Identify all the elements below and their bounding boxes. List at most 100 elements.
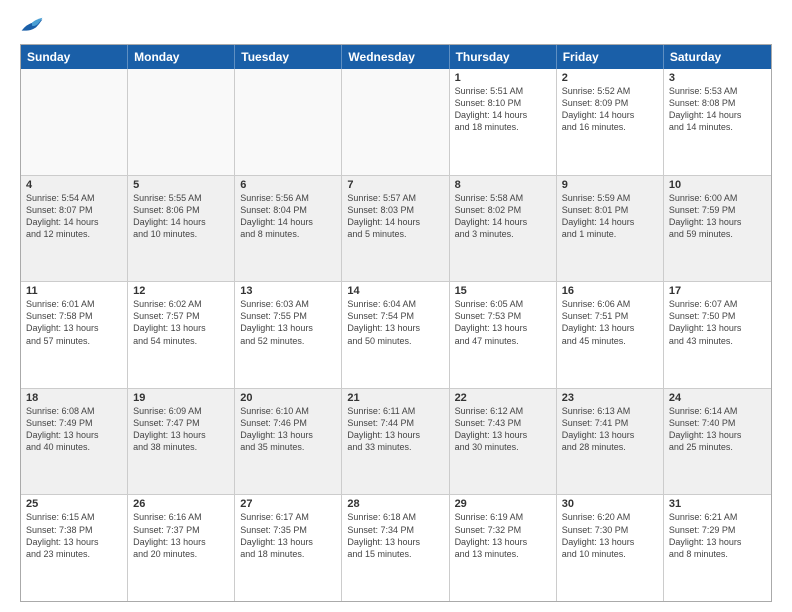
day-cell-17: 17Sunrise: 6:07 AM Sunset: 7:50 PM Dayli… [664,282,771,388]
calendar: SundayMondayTuesdayWednesdayThursdayFrid… [20,44,772,602]
week-row-2: 4Sunrise: 5:54 AM Sunset: 8:07 PM Daylig… [21,176,771,283]
day-number: 2 [562,72,658,84]
empty-cell [128,69,235,175]
calendar-header: SundayMondayTuesdayWednesdayThursdayFrid… [21,45,771,69]
day-cell-18: 18Sunrise: 6:08 AM Sunset: 7:49 PM Dayli… [21,389,128,495]
day-info: Sunrise: 6:18 AM Sunset: 7:34 PM Dayligh… [347,511,443,560]
day-header-thursday: Thursday [450,45,557,69]
day-cell-26: 26Sunrise: 6:16 AM Sunset: 7:37 PM Dayli… [128,495,235,601]
day-cell-9: 9Sunrise: 5:59 AM Sunset: 8:01 PM Daylig… [557,176,664,282]
day-info: Sunrise: 6:17 AM Sunset: 7:35 PM Dayligh… [240,511,336,560]
day-cell-16: 16Sunrise: 6:06 AM Sunset: 7:51 PM Dayli… [557,282,664,388]
day-number: 17 [669,285,766,297]
day-info: Sunrise: 5:57 AM Sunset: 8:03 PM Dayligh… [347,192,443,241]
day-cell-24: 24Sunrise: 6:14 AM Sunset: 7:40 PM Dayli… [664,389,771,495]
day-info: Sunrise: 6:08 AM Sunset: 7:49 PM Dayligh… [26,405,122,454]
day-info: Sunrise: 6:09 AM Sunset: 7:47 PM Dayligh… [133,405,229,454]
day-info: Sunrise: 5:56 AM Sunset: 8:04 PM Dayligh… [240,192,336,241]
day-number: 26 [133,498,229,510]
day-number: 16 [562,285,658,297]
day-info: Sunrise: 6:07 AM Sunset: 7:50 PM Dayligh… [669,298,766,347]
day-number: 9 [562,179,658,191]
day-number: 15 [455,285,551,297]
day-cell-13: 13Sunrise: 6:03 AM Sunset: 7:55 PM Dayli… [235,282,342,388]
week-row-1: 1Sunrise: 5:51 AM Sunset: 8:10 PM Daylig… [21,69,771,176]
day-info: Sunrise: 6:10 AM Sunset: 7:46 PM Dayligh… [240,405,336,454]
day-info: Sunrise: 6:16 AM Sunset: 7:37 PM Dayligh… [133,511,229,560]
day-number: 7 [347,179,443,191]
day-cell-3: 3Sunrise: 5:53 AM Sunset: 8:08 PM Daylig… [664,69,771,175]
empty-cell [235,69,342,175]
day-cell-31: 31Sunrise: 6:21 AM Sunset: 7:29 PM Dayli… [664,495,771,601]
day-cell-28: 28Sunrise: 6:18 AM Sunset: 7:34 PM Dayli… [342,495,449,601]
day-cell-30: 30Sunrise: 6:20 AM Sunset: 7:30 PM Dayli… [557,495,664,601]
day-cell-12: 12Sunrise: 6:02 AM Sunset: 7:57 PM Dayli… [128,282,235,388]
day-info: Sunrise: 5:54 AM Sunset: 8:07 PM Dayligh… [26,192,122,241]
day-cell-21: 21Sunrise: 6:11 AM Sunset: 7:44 PM Dayli… [342,389,449,495]
day-info: Sunrise: 6:20 AM Sunset: 7:30 PM Dayligh… [562,511,658,560]
day-number: 23 [562,392,658,404]
day-cell-14: 14Sunrise: 6:04 AM Sunset: 7:54 PM Dayli… [342,282,449,388]
day-cell-25: 25Sunrise: 6:15 AM Sunset: 7:38 PM Dayli… [21,495,128,601]
day-cell-27: 27Sunrise: 6:17 AM Sunset: 7:35 PM Dayli… [235,495,342,601]
week-row-3: 11Sunrise: 6:01 AM Sunset: 7:58 PM Dayli… [21,282,771,389]
day-info: Sunrise: 6:06 AM Sunset: 7:51 PM Dayligh… [562,298,658,347]
day-number: 27 [240,498,336,510]
day-info: Sunrise: 5:59 AM Sunset: 8:01 PM Dayligh… [562,192,658,241]
day-cell-22: 22Sunrise: 6:12 AM Sunset: 7:43 PM Dayli… [450,389,557,495]
day-header-wednesday: Wednesday [342,45,449,69]
day-number: 10 [669,179,766,191]
day-cell-7: 7Sunrise: 5:57 AM Sunset: 8:03 PM Daylig… [342,176,449,282]
logo-icon [20,16,44,34]
day-info: Sunrise: 6:19 AM Sunset: 7:32 PM Dayligh… [455,511,551,560]
day-info: Sunrise: 6:14 AM Sunset: 7:40 PM Dayligh… [669,405,766,454]
day-number: 25 [26,498,122,510]
day-cell-6: 6Sunrise: 5:56 AM Sunset: 8:04 PM Daylig… [235,176,342,282]
empty-cell [342,69,449,175]
day-info: Sunrise: 6:21 AM Sunset: 7:29 PM Dayligh… [669,511,766,560]
day-cell-19: 19Sunrise: 6:09 AM Sunset: 7:47 PM Dayli… [128,389,235,495]
day-cell-29: 29Sunrise: 6:19 AM Sunset: 7:32 PM Dayli… [450,495,557,601]
day-cell-2: 2Sunrise: 5:52 AM Sunset: 8:09 PM Daylig… [557,69,664,175]
week-row-5: 25Sunrise: 6:15 AM Sunset: 7:38 PM Dayli… [21,495,771,601]
day-number: 18 [26,392,122,404]
day-cell-23: 23Sunrise: 6:13 AM Sunset: 7:41 PM Dayli… [557,389,664,495]
day-number: 14 [347,285,443,297]
day-info: Sunrise: 5:55 AM Sunset: 8:06 PM Dayligh… [133,192,229,241]
day-cell-10: 10Sunrise: 6:00 AM Sunset: 7:59 PM Dayli… [664,176,771,282]
day-number: 29 [455,498,551,510]
day-info: Sunrise: 5:51 AM Sunset: 8:10 PM Dayligh… [455,85,551,134]
day-info: Sunrise: 6:05 AM Sunset: 7:53 PM Dayligh… [455,298,551,347]
day-number: 8 [455,179,551,191]
day-header-friday: Friday [557,45,664,69]
day-number: 22 [455,392,551,404]
day-cell-15: 15Sunrise: 6:05 AM Sunset: 7:53 PM Dayli… [450,282,557,388]
day-info: Sunrise: 6:04 AM Sunset: 7:54 PM Dayligh… [347,298,443,347]
day-number: 6 [240,179,336,191]
logo [20,16,46,34]
day-number: 1 [455,72,551,84]
day-number: 5 [133,179,229,191]
day-number: 31 [669,498,766,510]
calendar-body: 1Sunrise: 5:51 AM Sunset: 8:10 PM Daylig… [21,69,771,601]
day-number: 12 [133,285,229,297]
day-header-monday: Monday [128,45,235,69]
day-info: Sunrise: 6:12 AM Sunset: 7:43 PM Dayligh… [455,405,551,454]
day-number: 20 [240,392,336,404]
day-cell-1: 1Sunrise: 5:51 AM Sunset: 8:10 PM Daylig… [450,69,557,175]
day-number: 30 [562,498,658,510]
page: SundayMondayTuesdayWednesdayThursdayFrid… [0,0,792,612]
day-number: 19 [133,392,229,404]
day-info: Sunrise: 6:01 AM Sunset: 7:58 PM Dayligh… [26,298,122,347]
day-cell-20: 20Sunrise: 6:10 AM Sunset: 7:46 PM Dayli… [235,389,342,495]
header [20,16,772,34]
empty-cell [21,69,128,175]
day-header-saturday: Saturday [664,45,771,69]
day-cell-11: 11Sunrise: 6:01 AM Sunset: 7:58 PM Dayli… [21,282,128,388]
day-info: Sunrise: 6:00 AM Sunset: 7:59 PM Dayligh… [669,192,766,241]
day-number: 28 [347,498,443,510]
day-cell-5: 5Sunrise: 5:55 AM Sunset: 8:06 PM Daylig… [128,176,235,282]
day-info: Sunrise: 6:11 AM Sunset: 7:44 PM Dayligh… [347,405,443,454]
day-info: Sunrise: 6:13 AM Sunset: 7:41 PM Dayligh… [562,405,658,454]
day-info: Sunrise: 5:53 AM Sunset: 8:08 PM Dayligh… [669,85,766,134]
